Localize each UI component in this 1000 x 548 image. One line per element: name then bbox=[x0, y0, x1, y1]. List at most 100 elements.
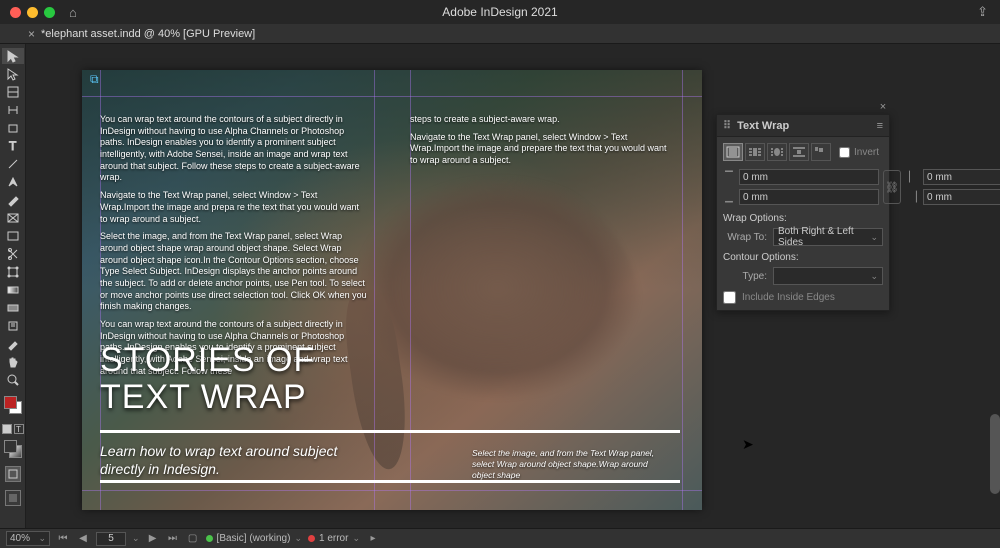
fill-stroke-swatch[interactable] bbox=[4, 396, 22, 414]
rectangle-tool[interactable] bbox=[2, 228, 24, 244]
eyedropper-tool[interactable] bbox=[2, 336, 24, 352]
layout-label: [Basic] (working) bbox=[217, 533, 291, 544]
pen-tool[interactable] bbox=[2, 174, 24, 190]
rule-line[interactable] bbox=[100, 480, 680, 483]
offset-bottom-input[interactable] bbox=[739, 189, 879, 205]
offset-grid: ▔ ▁ ⛓ ▏ ▕ bbox=[723, 169, 883, 205]
selection-tool[interactable] bbox=[2, 48, 24, 64]
gradient-feather-tool[interactable] bbox=[2, 300, 24, 316]
status-errors[interactable]: 1 error⌄ bbox=[308, 533, 360, 544]
panel-title: Text Wrap bbox=[737, 120, 789, 132]
offset-right-icon: ▕ bbox=[907, 192, 919, 203]
guide-horizontal[interactable] bbox=[82, 490, 702, 491]
invert-checkbox[interactable]: Invert bbox=[839, 147, 879, 158]
pencil-tool[interactable] bbox=[2, 192, 24, 208]
guide-vertical[interactable] bbox=[682, 70, 683, 510]
next-page-button[interactable]: ▶ bbox=[146, 532, 160, 546]
open-navigator-button[interactable]: ▢ bbox=[186, 532, 200, 546]
text-wrap-panel: ⠿ Text Wrap ≡ Invert ▔ ▁ ⛓ ▏ ▕ bbox=[716, 114, 890, 311]
last-page-button[interactable]: ⏭ bbox=[166, 532, 180, 546]
page[interactable]: ⧉ You can wrap text around the contours … bbox=[82, 70, 702, 510]
panel-menu-icon[interactable]: ≡ bbox=[877, 120, 883, 132]
view-options-button[interactable] bbox=[5, 490, 21, 506]
offset-right-input[interactable] bbox=[923, 189, 1000, 205]
offset-top-icon: ▔ bbox=[723, 172, 735, 183]
free-transform-tool[interactable] bbox=[2, 264, 24, 280]
share-icon[interactable]: ⇪ bbox=[977, 4, 988, 20]
line-tool[interactable] bbox=[2, 156, 24, 172]
first-page-button[interactable]: ⏮ bbox=[56, 532, 70, 546]
page-tool[interactable] bbox=[2, 84, 24, 100]
wrap-options-section: Wrap Options: bbox=[723, 213, 883, 224]
title-bar: ⌂ Adobe InDesign 2021 ⇪ bbox=[0, 0, 1000, 24]
document-tab[interactable]: × *elephant asset.indd @ 40% [GPU Previe… bbox=[28, 27, 255, 41]
type-label: Type: bbox=[723, 271, 767, 282]
type-tool[interactable]: T bbox=[2, 138, 24, 154]
wrap-to-label: Wrap To: bbox=[723, 232, 767, 243]
body-paragraph: Navigate to the Text Wrap panel, select … bbox=[410, 132, 670, 167]
rectangle-frame-tool[interactable] bbox=[2, 210, 24, 226]
offset-left-input[interactable] bbox=[923, 169, 1000, 185]
gap-tool[interactable] bbox=[2, 102, 24, 118]
close-tab-icon[interactable]: × bbox=[28, 27, 35, 41]
wrap-object-shape-button[interactable] bbox=[767, 143, 787, 161]
hand-tool[interactable] bbox=[2, 354, 24, 370]
wrap-mode-row: Invert bbox=[723, 143, 883, 161]
tools-panel: T T bbox=[0, 44, 26, 528]
rule-line[interactable] bbox=[100, 430, 680, 433]
status-layout[interactable]: [Basic] (working)⌄ bbox=[206, 533, 302, 544]
content-collector-tool[interactable] bbox=[2, 120, 24, 136]
wrap-none-button[interactable] bbox=[723, 143, 743, 161]
contour-options-section: Contour Options: bbox=[723, 252, 883, 263]
guide-horizontal[interactable] bbox=[82, 96, 702, 97]
include-inside-edges-input[interactable] bbox=[723, 291, 736, 304]
screen-mode-button[interactable] bbox=[5, 466, 21, 482]
invert-checkbox-input[interactable] bbox=[839, 147, 850, 158]
status-dot-icon bbox=[206, 535, 213, 542]
headline-text[interactable]: STORIES OF TEXT WRAP bbox=[100, 342, 315, 417]
wrap-jump-object-button[interactable] bbox=[789, 143, 809, 161]
offset-top-input[interactable] bbox=[739, 169, 879, 185]
maximize-window-button[interactable] bbox=[44, 7, 55, 18]
error-dot-icon bbox=[308, 535, 315, 542]
close-window-button[interactable] bbox=[10, 7, 21, 18]
caption-text[interactable]: Select the image, and from the Text Wrap… bbox=[472, 448, 672, 481]
home-icon[interactable]: ⌂ bbox=[69, 5, 77, 20]
body-paragraph: You can wrap text around the contours of… bbox=[100, 114, 368, 184]
scissors-tool[interactable] bbox=[2, 246, 24, 262]
panel-close-icon[interactable]: × bbox=[876, 100, 890, 114]
svg-text:T: T bbox=[9, 139, 17, 153]
formatting-text-icon[interactable]: T bbox=[14, 424, 24, 434]
wrap-to-value: Both Right & Left Sides bbox=[778, 226, 870, 248]
direct-selection-tool[interactable] bbox=[2, 66, 24, 82]
vertical-scrollbar[interactable] bbox=[990, 414, 1000, 494]
panel-header[interactable]: ⠿ Text Wrap ≡ bbox=[717, 115, 889, 137]
headline-line1: STORIES OF bbox=[100, 342, 315, 379]
gradient-swatch-tool[interactable] bbox=[2, 282, 24, 298]
text-frame-right[interactable]: steps to create a subject-aware wrap. Na… bbox=[410, 114, 670, 173]
chevron-down-icon[interactable]: ⌄ bbox=[132, 533, 140, 544]
body-paragraph: Select the image, and from the Text Wrap… bbox=[100, 231, 368, 313]
page-number-input[interactable] bbox=[96, 532, 126, 546]
apply-color-swatch[interactable] bbox=[4, 440, 22, 458]
panel-grip-icon: ⠿ bbox=[723, 119, 731, 132]
invert-label: Invert bbox=[854, 147, 879, 158]
zoom-select[interactable]: 40%⌄ bbox=[6, 531, 50, 546]
prev-page-button[interactable]: ◀ bbox=[76, 532, 90, 546]
offset-bottom-icon: ▁ bbox=[723, 192, 735, 203]
type-select[interactable]: ⌄ bbox=[773, 267, 883, 285]
wrap-to-select[interactable]: Both Right & Left Sides⌄ bbox=[773, 228, 883, 246]
link-offsets-button[interactable]: ⛓ bbox=[883, 170, 901, 204]
minimize-window-button[interactable] bbox=[27, 7, 38, 18]
wrap-jump-column-button[interactable] bbox=[811, 143, 831, 161]
wrap-bounding-box-button[interactable] bbox=[745, 143, 765, 161]
status-menu-button[interactable]: ▸ bbox=[366, 532, 380, 546]
formatting-container-icon[interactable] bbox=[2, 424, 12, 434]
document-canvas[interactable]: ⧉ You can wrap text around the contours … bbox=[26, 44, 1000, 528]
window-controls bbox=[10, 7, 55, 18]
zoom-tool[interactable] bbox=[2, 372, 24, 388]
note-tool[interactable] bbox=[2, 318, 24, 334]
subhead-text[interactable]: Learn how to wrap text around subject di… bbox=[100, 442, 380, 478]
chevron-down-icon: ⌄ bbox=[294, 533, 302, 544]
include-inside-edges-checkbox[interactable]: Include Inside Edges bbox=[723, 291, 883, 304]
